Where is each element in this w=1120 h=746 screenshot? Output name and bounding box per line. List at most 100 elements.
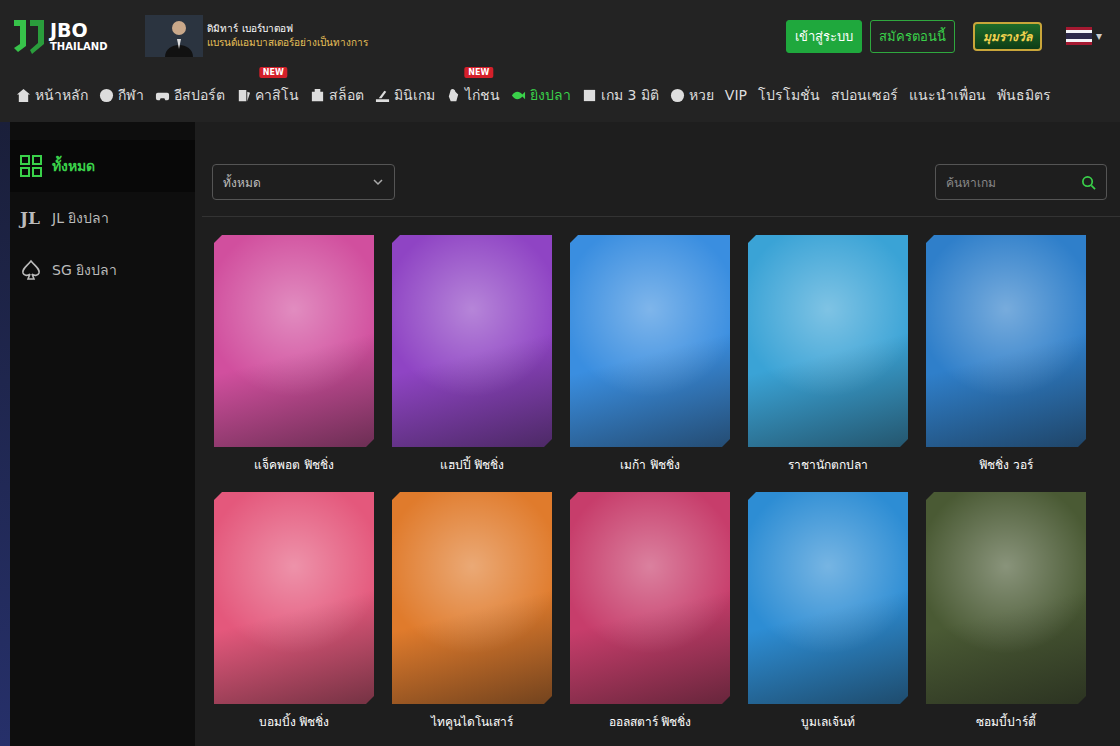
nav-label: หวย — [689, 84, 714, 106]
language-caret: ▾ — [1096, 29, 1102, 43]
sidebar-label: JL ยิงปลา — [52, 207, 109, 229]
nav-item[interactable]: พันธมิตร — [997, 84, 1051, 106]
header: JBOTHAILAND ดิมิทาร์ เบอร์บาตอฟแบรนด์แอมบ… — [0, 0, 1120, 122]
game-card[interactable]: ฟิชชิ่ง วอร์ — [926, 235, 1086, 474]
ambassador-text: ดิมิทาร์ เบอร์บาตอฟแบรนด์แอมบาสเดอร์อย่า… — [207, 22, 368, 50]
ambassador-role: แบรนด์แอมบาสเดอร์อย่างเป็นทางการ — [207, 36, 368, 50]
nav-label: โปรโมชั่น — [758, 84, 820, 106]
sidebar-item[interactable]: SG ยิงปลา — [10, 244, 195, 296]
nav-label: เกม 3 มิติ — [601, 84, 659, 106]
nav-icon — [310, 88, 325, 103]
nav-icon — [511, 88, 526, 103]
game-title: แฮปปี้ ฟิชชิ่ง — [392, 447, 552, 474]
nav-item[interactable]: มินิเกม — [375, 84, 435, 106]
search-icon — [1081, 175, 1096, 190]
nav-icon — [670, 88, 685, 103]
nav-icon — [99, 88, 114, 103]
new-badge: NEW — [259, 67, 288, 78]
game-card[interactable]: แฮปปี้ ฟิชชิ่ง — [392, 235, 552, 474]
game-card[interactable]: ออลสตาร์ ฟิชชิ่ง — [570, 492, 730, 731]
nav-label: หน้าหลัก — [35, 84, 88, 106]
nav-item[interactable]: อีสปอร์ต — [155, 84, 225, 106]
game-art — [392, 235, 552, 447]
nav-item[interactable]: เกม 3 มิติ — [582, 84, 659, 106]
signup-button[interactable]: สมัครตอนนี้ — [870, 20, 955, 53]
game-art — [926, 492, 1086, 704]
rewards-button[interactable]: มุมรางวัล — [973, 22, 1042, 51]
nav-label: VIP — [725, 87, 747, 103]
nav-item[interactable]: สล็อต — [310, 84, 364, 106]
nav-label: ยิงปลา — [530, 84, 571, 106]
game-title: บูมเลเจ้นท์ — [748, 704, 908, 731]
game-card[interactable]: ไทคูนไดโนเสาร์ — [392, 492, 552, 731]
filter-dropdown[interactable]: ทั้งหมด — [212, 164, 395, 200]
nav-item[interactable]: ยิงปลา — [511, 84, 571, 106]
nav-item[interactable]: สปอนเซอร์ — [831, 84, 898, 106]
game-card[interactable]: บูมเลเจ้นท์ — [748, 492, 908, 731]
chevron-down-icon — [372, 176, 384, 188]
nav-item[interactable]: กีฬา — [99, 84, 144, 106]
jl-mark: JL — [20, 208, 42, 228]
game-art — [214, 492, 374, 704]
filter-value: ทั้งหมด — [223, 173, 261, 192]
nav-item[interactable]: โปรโมชั่น — [758, 84, 820, 106]
nav-icon — [16, 88, 31, 103]
grid-icon — [20, 155, 42, 177]
game-art — [392, 492, 552, 704]
login-button[interactable]: เข้าสู่ระบบ — [786, 20, 862, 53]
nav-item[interactable]: คาสิโนNEW — [236, 84, 299, 106]
divider — [202, 216, 1120, 217]
game-card[interactable]: ราชานักตกปลา — [748, 235, 908, 474]
nav-label: แนะนำเพื่อน — [909, 84, 986, 106]
spade-icon — [20, 259, 42, 281]
nav-icon — [582, 88, 597, 103]
logo[interactable]: JBOTHAILAND — [12, 16, 107, 56]
game-title: ราชานักตกปลา — [748, 447, 908, 474]
toolbar: ทั้งหมด ค้นหาเกม — [212, 164, 1107, 200]
nav-item[interactable]: หน้าหลัก — [16, 84, 88, 106]
nav-item[interactable]: ไก่ชนNEW — [446, 84, 500, 106]
game-title: ฟิชชิ่ง วอร์ — [926, 447, 1086, 474]
game-title: บอมบิ้ง ฟิชชิ่ง — [214, 704, 374, 731]
language-selector[interactable]: ▾ — [1066, 27, 1102, 45]
game-art — [748, 492, 908, 704]
nav-icon — [446, 88, 461, 103]
game-title: เมก้า ฟิชชิ่ง — [570, 447, 730, 474]
page: JBOTHAILAND ดิมิทาร์ เบอร์บาตอฟแบรนด์แอมบ… — [0, 0, 1120, 746]
logo-brand: JBO — [50, 21, 107, 40]
main-content: ทั้งหมด ค้นหาเกมแจ็คพอต ฟิชชิ่ง แฮปปี้ ฟิช… — [195, 122, 1120, 746]
game-title: ออลสตาร์ ฟิชชิ่ง — [570, 704, 730, 731]
search-field[interactable]: ค้นหาเกม — [935, 164, 1107, 200]
new-badge: NEW — [464, 67, 493, 78]
top-bar: JBOTHAILAND ดิมิทาร์ เบอร์บาตอฟแบรนด์แอมบ… — [0, 0, 1120, 72]
nav-item[interactable]: หวย — [670, 84, 714, 106]
game-card[interactable]: ซอมบี้ปาร์ตี้ — [926, 492, 1086, 731]
game-card[interactable]: แจ็คพอต ฟิชชิ่ง — [214, 235, 374, 474]
search-placeholder: ค้นหาเกม — [946, 173, 996, 192]
nav-label: ไก่ชน — [465, 84, 500, 106]
nav-item[interactable]: แนะนำเพื่อน — [909, 84, 986, 106]
nav-label: คาสิโน — [255, 84, 299, 106]
sidebar: ทั้งหมด JL JL ยิงปลา SG ยิงปลา — [10, 122, 195, 746]
nav-label: สล็อต — [329, 84, 364, 106]
body: ทั้งหมดJLJL ยิงปลาSG ยิงปลาทั้งหมดค้นหาเ… — [0, 122, 1120, 746]
game-title: ไทคูนไดโนเสาร์ — [392, 704, 552, 731]
sidebar-item[interactable]: JL JL ยิงปลา — [10, 192, 195, 244]
game-art — [570, 235, 730, 447]
sidebar-label: SG ยิงปลา — [52, 259, 117, 281]
nav-label: อีสปอร์ต — [174, 84, 225, 106]
nav-icon — [375, 88, 390, 103]
ambassador-photo — [145, 15, 203, 57]
logo-text: JBOTHAILAND — [50, 21, 107, 52]
game-card[interactable]: บอมบิ้ง ฟิชชิ่ง — [214, 492, 374, 731]
nav-label: กีฬา — [118, 84, 144, 106]
game-art — [570, 492, 730, 704]
sidebar-label: ทั้งหมด — [52, 155, 95, 177]
game-card[interactable]: เมก้า ฟิชชิ่ง — [570, 235, 730, 474]
game-title: แจ็คพอต ฟิชชิ่ง — [214, 447, 374, 474]
sidebar-item[interactable]: ทั้งหมด — [10, 140, 195, 192]
nav-item[interactable]: VIP — [725, 87, 747, 103]
nav-icon — [155, 88, 170, 103]
nav-label: พันธมิตร — [997, 84, 1051, 106]
nav-label: มินิเกม — [394, 84, 435, 106]
